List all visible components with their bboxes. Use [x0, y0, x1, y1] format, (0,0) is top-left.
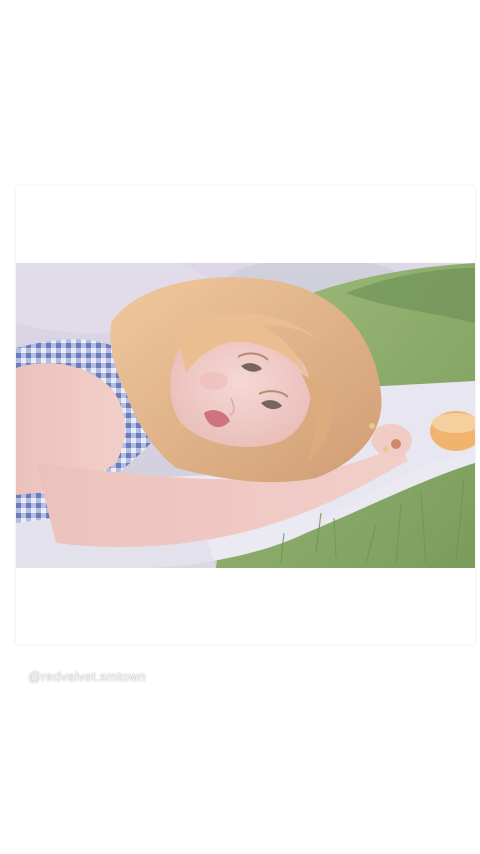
- photo-illustration: [16, 263, 475, 568]
- watermark-text: @redvelvet.smtown: [28, 669, 146, 684]
- post-photo[interactable]: [16, 263, 475, 568]
- story-page: @redvelvet.smtown: [0, 0, 480, 854]
- photo-card: [16, 186, 475, 644]
